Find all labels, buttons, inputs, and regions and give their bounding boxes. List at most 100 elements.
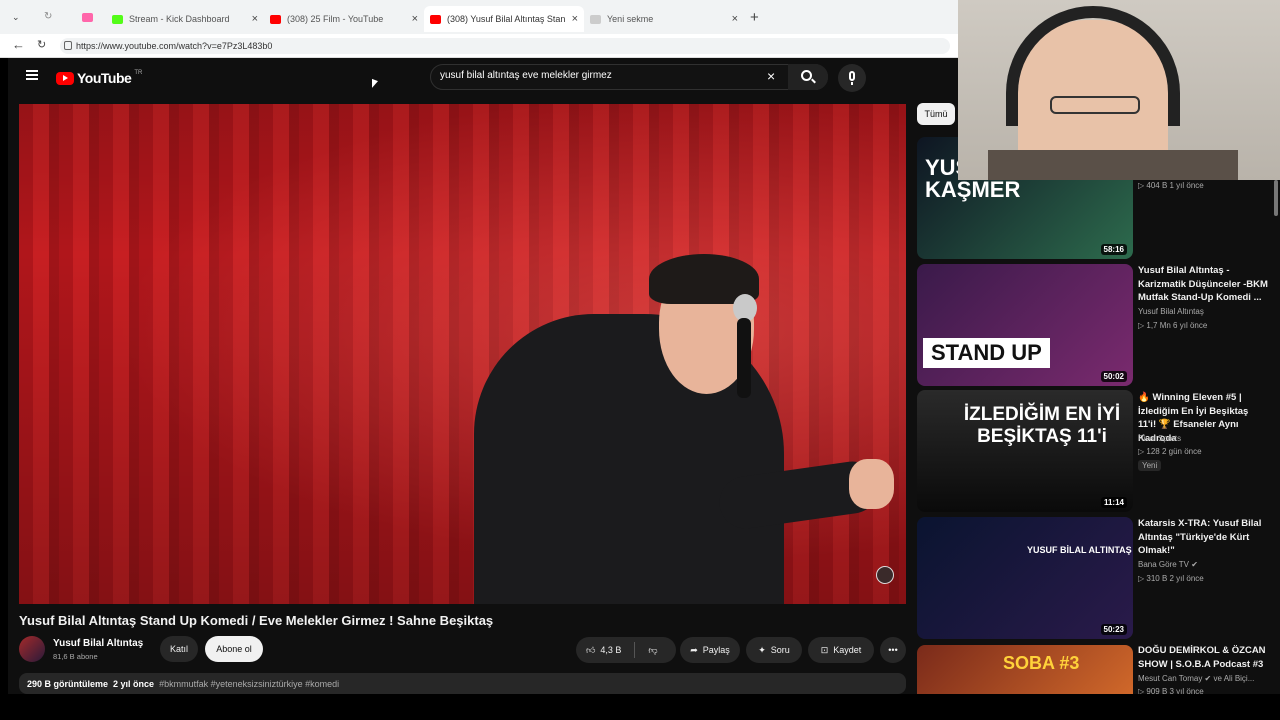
channel-name[interactable]: Yusuf Bilal Altıntaş <box>1138 305 1204 319</box>
share-label: Paylaş <box>702 645 730 655</box>
video-title-link[interactable]: Katarsis X-TRA: Yusuf Bilal Altıntaş "Tü… <box>1138 517 1268 558</box>
tab-label: (308) 25 Film - YouTube <box>287 14 384 24</box>
webcam-overlay <box>958 0 1280 180</box>
description-box[interactable]: 290 B görüntüleme 2 yıl önce #bkmmutfak … <box>19 673 906 694</box>
share-icon: ➦ <box>690 644 698 655</box>
like-dislike-group: 👍︎ 4,3 B 👎︎ <box>576 637 676 663</box>
video-title-link[interactable]: Yusuf Bilal Altıntaş - Karizmatik Düşünc… <box>1138 264 1268 305</box>
filter-chip-all[interactable]: Tümü <box>917 103 955 125</box>
microphone-icon <box>849 71 855 81</box>
ask-label: Soru <box>770 645 790 655</box>
channel-name[interactable]: Yusuf Bilal Altıntaş <box>53 638 143 649</box>
thumbs-down-icon: 👎︎ <box>648 644 658 655</box>
bookmark-icon: ⊡ <box>820 644 829 655</box>
video-meta: ▷ 310 B 2 yıl önce <box>1138 574 1204 583</box>
url-field[interactable]: https://www.youtube.com/watch?v=e7Pz3L48… <box>60 38 950 54</box>
ask-button[interactable]: ✦ Soru <box>746 637 802 663</box>
tab-label: Stream - Kick Dashboard <box>129 14 230 24</box>
recommendation-thumbnail[interactable]: YUSUF BİLAL ALTINTAŞ 50:23 <box>917 517 1133 639</box>
video-meta: ▷ 404 B 1 yıl önce <box>1138 181 1204 190</box>
new-badge: Yeni <box>1138 460 1162 471</box>
video-duration: 58:16 <box>1100 244 1127 255</box>
share-button[interactable]: ➦ Paylaş <box>680 637 740 663</box>
youtube-favicon-icon <box>430 14 441 24</box>
region-code: TR <box>134 70 143 76</box>
hamburger-menu-icon[interactable] <box>26 70 38 80</box>
new-tab-plus-icon[interactable]: + <box>750 9 759 26</box>
like-button[interactable]: 👍︎ 4,3 B <box>586 645 621 656</box>
video-player[interactable] <box>19 104 906 604</box>
bottom-letterbox <box>0 694 1280 720</box>
sparkle-icon: ✦ <box>758 644 766 655</box>
tab-youtube-films[interactable]: (308) 25 Film - YouTube × <box>264 6 424 32</box>
channel-avatar[interactable] <box>19 636 45 662</box>
video-meta: ▷ 128 2 gün önce <box>1138 447 1202 456</box>
like-count: 4,3 B <box>600 645 622 655</box>
browser-tab-bar: ⌄ ↻ Stream - Kick Dashboard × (308) 25 F… <box>0 0 958 36</box>
join-button[interactable]: Katıl <box>160 636 198 662</box>
close-icon[interactable]: × <box>572 13 578 25</box>
save-button[interactable]: ⊡ Kaydet <box>808 637 874 663</box>
pinned-tab-refresh-icon[interactable]: ↻ <box>44 11 52 22</box>
recommendation-thumbnail[interactable]: STAND UP 50:02 <box>917 264 1133 386</box>
view-count: 290 B görüntüleme <box>27 679 109 689</box>
video-duration: 50:02 <box>1100 371 1127 382</box>
close-icon[interactable]: × <box>252 13 258 25</box>
channel-name[interactable]: Mesut Can Tomay ✔ ve Ali Biçi... <box>1138 672 1254 686</box>
youtube-play-icon <box>56 71 74 85</box>
thumbnail-text: İZLEDİĞİM EN İYİ BEŞİKTAŞ 11'i <box>963 404 1121 447</box>
performer-hand <box>849 459 894 509</box>
thumbnail-text: YUSUF BİLAL ALTINTAŞ <box>1027 545 1132 555</box>
hashtags[interactable]: #bkmmutfak #yeteneksizsiniztürkiye #kome… <box>159 679 339 689</box>
shirt <box>988 150 1238 180</box>
voice-search-button[interactable] <box>838 64 866 92</box>
tab-new[interactable]: Yeni sekme × <box>584 6 744 32</box>
back-arrow-icon[interactable]: ← <box>12 37 25 52</box>
kick-favicon-icon <box>112 14 123 24</box>
search-query-text: yusuf bilal altıntaş eve melekler girmez <box>440 70 612 81</box>
close-icon[interactable]: × <box>412 13 418 25</box>
youtube-logo[interactable]: YouTube TR <box>56 70 142 86</box>
filter-chip-label: Tümü <box>924 109 948 119</box>
dislike-button[interactable]: 👎︎ <box>648 645 657 656</box>
channel-name[interactable]: Bana Göre TV ✔ <box>1138 558 1198 572</box>
more-actions-button[interactable]: ••• <box>880 637 906 663</box>
sidebar-scrollbar[interactable] <box>1274 180 1278 216</box>
video-duration: 11:14 <box>1100 497 1127 508</box>
tab-youtube-current[interactable]: (308) Yusuf Bilal Altıntaş Stand Up × <box>424 6 584 32</box>
video-title-link[interactable]: DOĞU DEMİRKOL & ÖZCAN SHOW | S.O.B.A Pod… <box>1138 644 1268 671</box>
channel-watermark-icon[interactable] <box>876 566 894 584</box>
thumbs-up-icon: 👍︎ <box>586 644 596 655</box>
url-text: https://www.youtube.com/watch?v=e7Pz3L48… <box>76 41 273 51</box>
recommendation-thumbnail[interactable]: SOBA #3 <box>917 645 1133 694</box>
tab-label: Yeni sekme <box>607 14 654 24</box>
subscribe-button[interactable]: Abone ol <box>205 636 263 662</box>
video-meta: ▷ 909 B 3 yıl önce <box>1138 687 1204 694</box>
reload-icon[interactable]: ↻ <box>37 38 46 51</box>
mouse-cursor-icon <box>372 78 378 91</box>
tab-kick[interactable]: Stream - Kick Dashboard × <box>106 6 264 32</box>
channel-name[interactable]: Rival Sports <box>1138 432 1181 446</box>
search-button[interactable] <box>788 64 828 90</box>
site-info-icon[interactable] <box>64 41 72 50</box>
upload-age: 2 yıl önce <box>113 679 155 689</box>
pinned-tab-icon[interactable] <box>82 13 93 22</box>
glasses <box>1050 96 1140 114</box>
video-duration: 50:23 <box>1100 624 1127 635</box>
youtube-logo-text: YouTube <box>77 70 132 86</box>
video-meta: ▷ 1,7 Mn 6 yıl önce <box>1138 321 1208 330</box>
new-tab-favicon-icon <box>590 14 601 24</box>
more-dots-icon: ••• <box>888 645 898 655</box>
thumbnail-text: STAND UP <box>923 338 1050 368</box>
youtube-favicon-icon <box>270 14 281 24</box>
thumbnail-text: SOBA #3 <box>1003 653 1080 673</box>
recommendation-thumbnail[interactable]: İZLEDİĞİM EN İYİ BEŞİKTAŞ 11'i 11:14 <box>917 390 1133 512</box>
tab-label: (308) Yusuf Bilal Altıntaş Stand Up <box>447 14 565 24</box>
close-icon[interactable]: × <box>732 13 738 25</box>
subscriber-count: 81,6 B abone <box>53 652 98 661</box>
video-title: Yusuf Bilal Altıntaş Stand Up Komedi / E… <box>19 613 494 628</box>
tab-list-dropdown-icon[interactable]: ⌄ <box>12 12 20 23</box>
join-label: Katıl <box>169 644 188 654</box>
clear-search-icon[interactable]: × <box>767 68 775 84</box>
save-label: Kaydet <box>833 645 862 655</box>
